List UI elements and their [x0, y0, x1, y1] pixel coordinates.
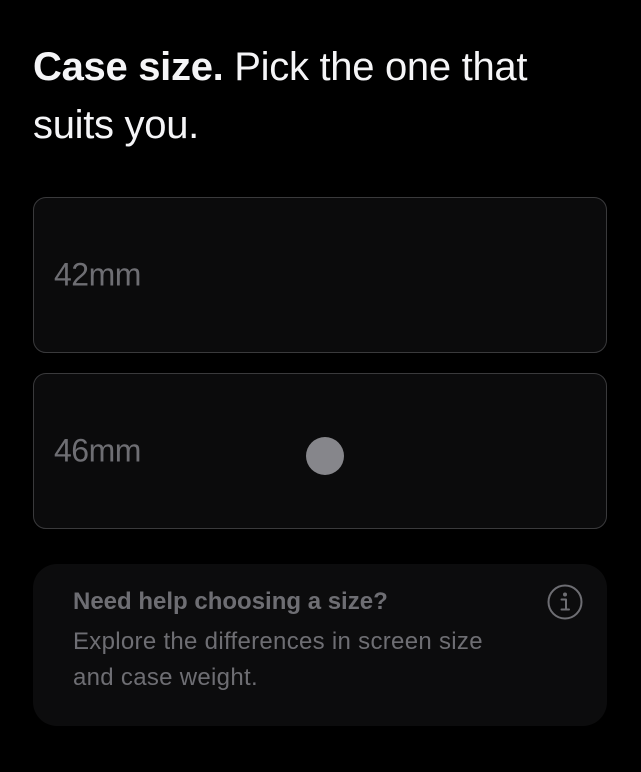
pointer-cursor — [306, 437, 344, 475]
page-title: Case size. Pick the one that suits you. — [33, 38, 613, 154]
page-title-strong: Case size. — [33, 45, 224, 89]
help-description: Explore the differences in screen size a… — [73, 628, 483, 691]
size-option-label: 42mm — [54, 256, 141, 293]
size-option-42mm[interactable]: 42mm — [33, 197, 607, 353]
size-option-label: 46mm — [54, 432, 141, 469]
info-icon[interactable] — [547, 584, 583, 620]
size-help-card: Need help choosing a size? Explore the d… — [33, 564, 607, 726]
size-option-46mm[interactable]: 46mm — [33, 373, 607, 529]
help-title: Need help choosing a size? — [73, 588, 388, 615]
